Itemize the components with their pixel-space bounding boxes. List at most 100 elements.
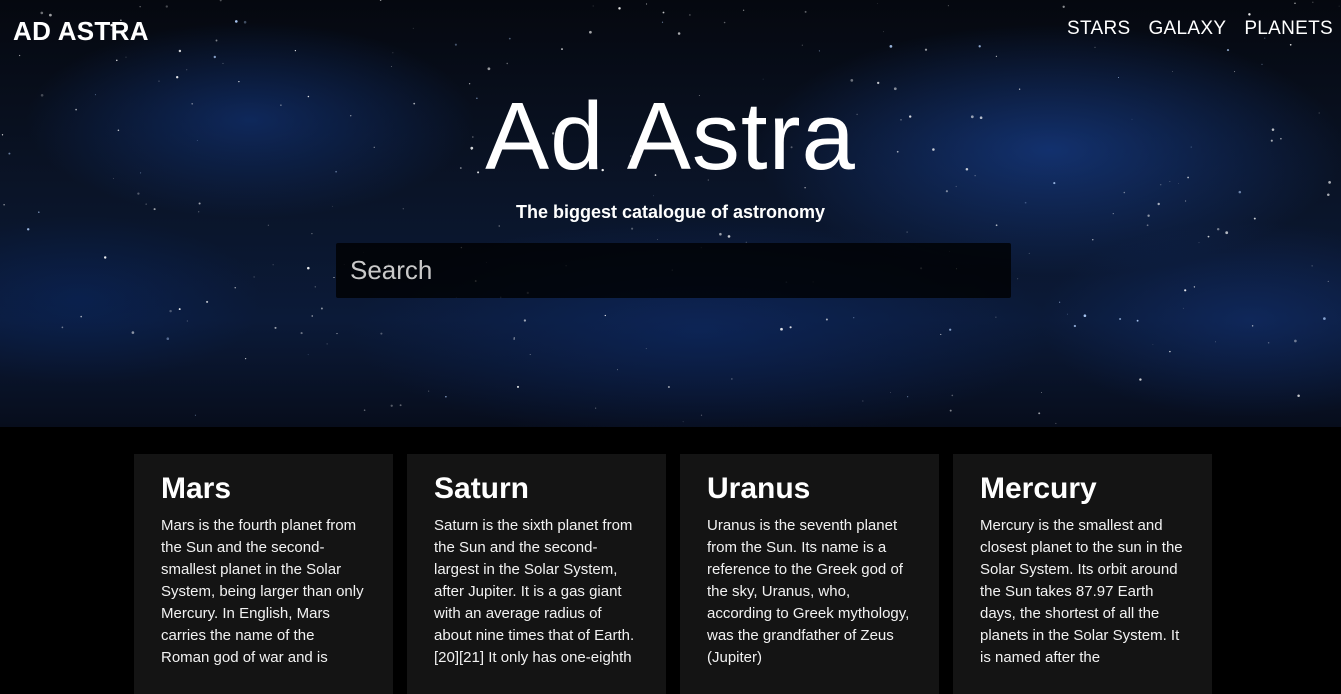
planet-card-saturn[interactable]: Saturn Saturn is the sixth planet from t… [407,454,666,694]
star-dot [206,300,209,303]
brand-logo[interactable]: AD ASTRA [13,16,149,47]
main-nav: STARS GALAXY PLANETS [1067,18,1333,40]
star-dot [631,227,634,230]
star-dot [311,315,313,317]
star-dot [677,32,681,35]
star-dot [336,333,338,335]
star-dot [1139,378,1142,381]
star-dot [995,55,998,57]
star-dot [689,14,691,16]
star-dot [906,231,908,233]
star-dot [889,391,891,393]
star-dot [412,27,414,29]
star-dot [1226,49,1230,52]
star-dot [742,9,745,11]
nav-link-stars[interactable]: STARS [1067,18,1130,40]
star-dot [801,44,803,46]
star-dot [661,21,664,23]
star-dot [645,348,647,350]
star-dot [307,266,310,270]
star-dot [18,54,21,57]
planet-card-mercury[interactable]: Mercury Mercury is the smallest and clos… [953,454,1212,694]
star-dot [653,195,654,197]
star-dot [445,396,447,398]
star-dot [215,39,218,42]
star-dot [1294,339,1297,343]
star-dot [428,390,430,392]
planet-card-uranus[interactable]: Uranus Uranus is the seventh planet from… [680,454,939,694]
star-dot [1017,278,1019,280]
nav-link-planets[interactable]: PLANETS [1244,18,1333,40]
star-dot [1251,325,1254,327]
star-dot [516,385,520,388]
star-dot [1248,13,1251,16]
star-dot [1193,286,1196,288]
star-dot [244,357,247,360]
star-dot [1092,239,1094,241]
star-dot [529,354,531,355]
star-dot [561,48,563,51]
hero-banner: AD ASTRA STARS GALAXY PLANETS Ad Astra T… [0,0,1341,427]
star-dot [1041,392,1042,393]
star-dot [222,62,224,64]
star-dot [682,421,684,423]
star-dot [618,7,621,10]
star-dot [508,37,511,40]
star-dot [617,369,618,371]
card-text: Mercury is the smallest and closest plan… [980,517,1183,666]
star-dot [646,3,648,5]
star-dot [949,328,952,331]
card-text: Uranus is the seventh planet from the Su… [707,517,910,666]
card-text: Saturn is the sixth planet from the Sun … [434,517,635,666]
nav-link-galaxy[interactable]: GALAXY [1148,18,1226,40]
star-dot [311,232,313,235]
star-dot [166,337,170,340]
star-dot [523,319,527,322]
star-dot [178,308,181,311]
star-dot [1198,242,1200,244]
star-dot [825,318,828,321]
star-dot [889,45,893,48]
star-dot [1118,77,1119,78]
star-dot [995,224,998,227]
search-input[interactable] [336,243,1011,298]
star-dot [1083,314,1087,318]
star-dot [333,276,335,279]
star-dot [883,31,884,33]
star-dot [1225,231,1229,235]
star-dot [667,385,670,389]
star-dot [1038,412,1041,415]
star-dot [1028,252,1030,254]
star-dot [380,332,383,335]
star-dot [1289,43,1292,46]
star-dot [947,5,949,7]
star-dot [194,414,196,416]
star-dot [272,264,274,266]
star-dot [131,331,135,334]
star-dot [762,78,764,80]
star-dot [513,337,515,339]
star-dot [1066,313,1068,315]
planet-cards: Mars Mars is the fourth planet from the … [134,454,1212,694]
star-dot [1073,324,1077,328]
star-dot [363,409,366,411]
star-dot [307,354,309,356]
card-text: Mars is the fourth planet from the Sun a… [161,517,364,666]
star-dot [1062,5,1065,8]
planet-card-mars[interactable]: Mars Mars is the fourth planet from the … [134,454,393,694]
star-dot [314,286,316,288]
star-dot [300,332,303,335]
card-title: Uranus [707,472,811,505]
star-dot [907,396,909,398]
star-dot [320,307,323,310]
star-dot [294,50,296,52]
star-dot [978,45,981,48]
star-dot [1311,265,1313,267]
star-dot [213,55,216,59]
star-dot [274,326,277,329]
star-dot [1184,289,1187,292]
star-dot [40,11,44,15]
star-dot [454,43,457,46]
hero-subtitle: The biggest catalogue of astronomy [515,202,826,222]
star-dot [186,320,189,322]
